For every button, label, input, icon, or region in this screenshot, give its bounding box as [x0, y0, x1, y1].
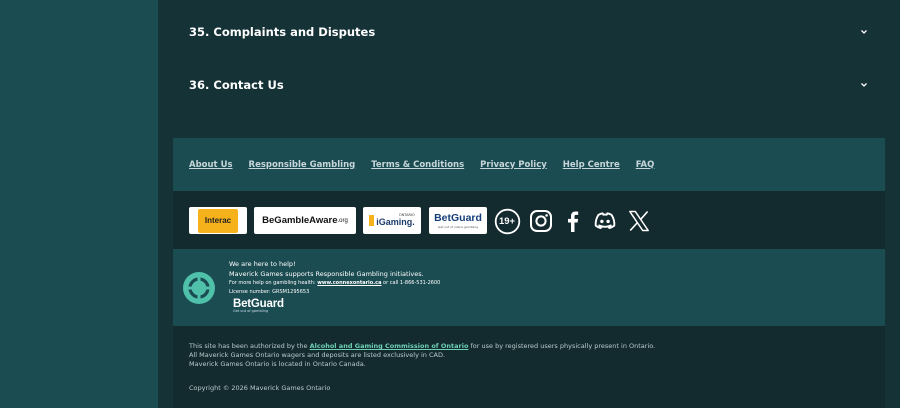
footer-link-privacy[interactable]: Privacy Policy [480, 160, 547, 170]
left-sidebar [0, 0, 158, 408]
betguard-logo[interactable]: BetGuard Get out of online gambling [429, 207, 487, 234]
copyright: Copyright © 2026 Maverick Games Ontario [189, 384, 331, 392]
footer-link-terms[interactable]: Terms & Conditions [371, 160, 464, 170]
partner-logos-bar: Interac BeGambleAware .org ONTARIO iGamin… [173, 191, 885, 249]
facebook-icon [568, 211, 579, 232]
responsible-gambling-text: We are here to help! Maverick Games supp… [229, 259, 440, 297]
discord-icon [594, 212, 616, 230]
discord-link[interactable] [591, 207, 619, 235]
responsible-gambling-section: We are here to help! Maverick Games supp… [173, 249, 885, 326]
legal-section: This site has been authorized by the Alc… [173, 326, 885, 408]
rg-help-line: For more help on gambling health: www.co… [229, 280, 441, 286]
main-content: 35. Complaints and Disputes 36. Contact … [158, 0, 900, 408]
accordion-complaints-disputes[interactable]: 35. Complaints and Disputes [189, 17, 869, 47]
site-footer: About Us Responsible Gambling Terms & Co… [173, 138, 885, 408]
accordion-title: 35. Complaints and Disputes [189, 25, 376, 39]
interac-logo[interactable]: Interac [189, 207, 247, 234]
footer-link-about-us[interactable]: About Us [189, 160, 233, 170]
agco-link[interactable]: Alcohol and Gaming Commission of Ontario [310, 342, 469, 350]
igaming-mark-icon [369, 215, 375, 226]
chevron-down-icon [861, 30, 867, 34]
accordion-contact-us[interactable]: 36. Contact Us [189, 70, 869, 100]
betguard-badge[interactable]: BetGuard Get out of gambling [233, 298, 284, 313]
location-notice: Maverick Games Ontario is located in Ont… [189, 360, 366, 368]
facebook-link[interactable] [559, 207, 587, 235]
igaming-ontario-logo[interactable]: ONTARIO iGaming. [363, 207, 421, 234]
footer-links: About Us Responsible Gambling Terms & Co… [173, 138, 885, 191]
rg-heading: We are here to help! [229, 260, 296, 268]
connexontario-link[interactable]: www.connexontario.ca [317, 280, 381, 286]
license-number: License number: GRSM1295653 [229, 289, 310, 295]
rg-support-line: Maverick Games supports Responsible Gamb… [229, 270, 424, 278]
x-icon [629, 210, 649, 232]
footer-link-responsible-gambling[interactable]: Responsible Gambling [249, 160, 356, 170]
agco-authorization-text: This site has been authorized by the Alc… [189, 342, 656, 350]
footer-link-help-centre[interactable]: Help Centre [563, 160, 620, 170]
responsible-gambling-logo-icon [183, 272, 215, 304]
instagram-link[interactable] [527, 207, 555, 235]
accordion-title: 36. Contact Us [189, 78, 284, 92]
x-twitter-link[interactable] [625, 207, 653, 235]
chevron-down-icon [861, 83, 867, 87]
instagram-icon [530, 210, 552, 232]
footer-link-faq[interactable]: FAQ [636, 160, 655, 170]
begambleaware-logo[interactable]: BeGambleAware .org [254, 207, 356, 234]
cad-notice: All Maverick Games Ontario wagers and de… [189, 351, 446, 359]
age-19-plus-badge: 19+ [493, 207, 521, 235]
